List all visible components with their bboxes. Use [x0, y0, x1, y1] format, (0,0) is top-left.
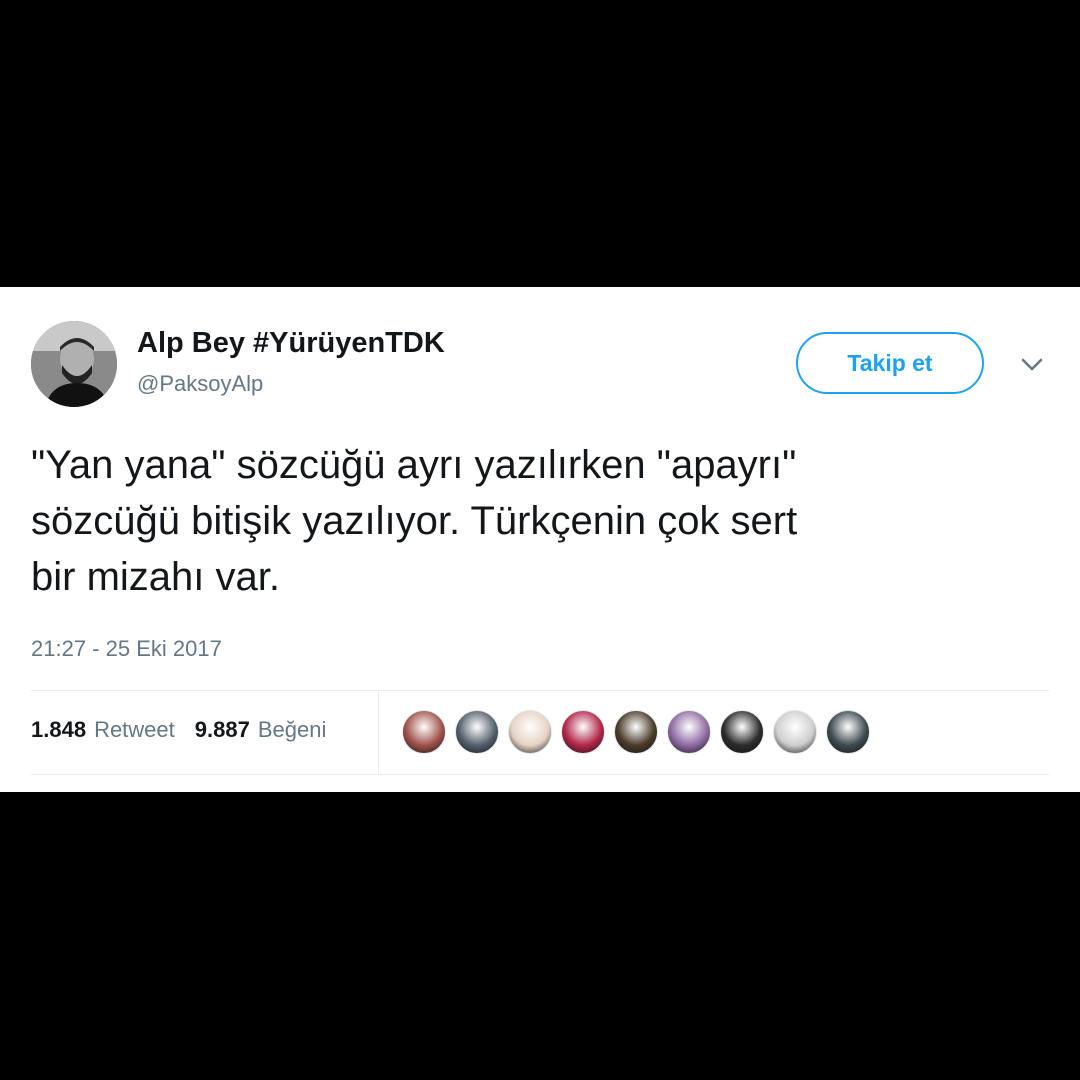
- author-display-name[interactable]: Alp Bey #YürüyenTDK: [137, 327, 445, 360]
- divider-top: [31, 690, 1049, 691]
- avatar-photo: [31, 321, 117, 407]
- author-avatar[interactable]: [31, 321, 117, 407]
- stats-separator: [378, 690, 379, 774]
- tweet-card: Alp Bey #YürüyenTDK @PaksoyAlp Takip et …: [0, 287, 1080, 792]
- chevron-down-icon[interactable]: [1018, 355, 1046, 375]
- follow-button[interactable]: Takip et: [796, 332, 984, 394]
- liker-avatar-1[interactable]: [402, 710, 446, 754]
- tweet-text-line: bir mizahı var.: [31, 555, 280, 599]
- liker-avatar-3[interactable]: [508, 710, 552, 754]
- like-stat[interactable]: 9.887 Beğeni: [195, 717, 327, 743]
- tweet-text: "Yan yana" sözcüğü ayrı yazılırken "apay…: [31, 437, 1041, 605]
- retweet-label: Retweet: [94, 717, 175, 742]
- retweet-count: 1.848: [31, 717, 87, 742]
- author-handle[interactable]: @PaksoyAlp: [137, 371, 263, 397]
- tweet-text-line: "Yan yana" sözcüğü ayrı yazılırken "apay…: [31, 443, 797, 487]
- liker-avatar-2[interactable]: [455, 710, 499, 754]
- liker-avatar-4[interactable]: [561, 710, 605, 754]
- liker-avatar-9[interactable]: [826, 710, 870, 754]
- liker-avatar-7[interactable]: [720, 710, 764, 754]
- like-label: Beğeni: [257, 717, 327, 742]
- tweet-text-line: sözcüğü bitişik yazılıyor. Türkçenin çok…: [31, 499, 798, 543]
- liker-avatar-8[interactable]: [773, 710, 817, 754]
- tweet-timestamp[interactable]: 21:27 - 25 Eki 2017: [31, 636, 222, 662]
- liker-avatars: [402, 710, 879, 754]
- retweet-stat[interactable]: 1.848 Retweet: [31, 717, 175, 743]
- like-count: 9.887: [194, 717, 250, 742]
- liker-avatar-6[interactable]: [667, 710, 711, 754]
- divider-bottom: [31, 774, 1049, 775]
- liker-avatar-5[interactable]: [614, 710, 658, 754]
- tweet-stats: 1.848 Retweet 9.887 Beğeni: [31, 717, 326, 743]
